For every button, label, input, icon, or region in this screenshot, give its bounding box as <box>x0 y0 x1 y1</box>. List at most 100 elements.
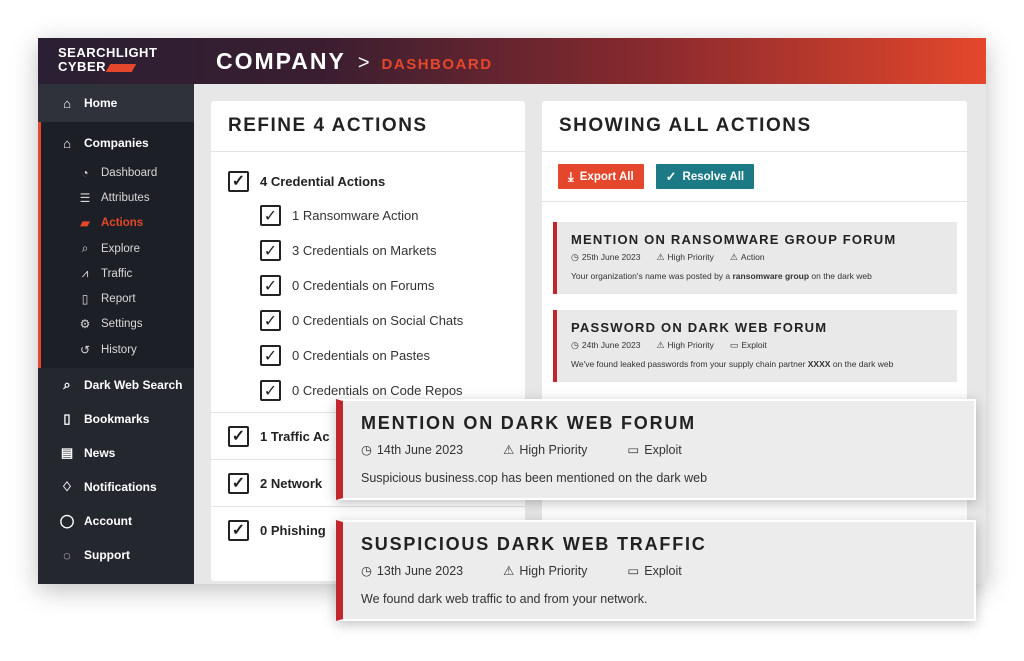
priority-meta: ⚠ High Priority <box>503 563 607 578</box>
sidebar-subitem-label: Traffic <box>101 267 133 280</box>
sidebar-subitem-label: Dashboard <box>101 166 158 179</box>
filter-label: 0 Credentials on Forums <box>292 278 435 293</box>
resolve-all-label: Resolve All <box>682 170 745 183</box>
sidebar-subitem-attributes[interactable]: ☰ Attributes <box>41 185 194 210</box>
filter-label: 1 Ransomware Action <box>292 208 419 223</box>
bell-icon: ♢ <box>61 479 73 495</box>
sidebar-item-label: Dark Web Search <box>84 378 183 393</box>
checkbox-checked-icon[interactable]: ✓ <box>228 472 249 494</box>
checkbox-checked-icon[interactable]: ✓ <box>260 240 281 261</box>
companies-icon: ⌂ <box>63 135 71 151</box>
description-text: on the dark web <box>809 271 872 281</box>
sidebar-subitem-history[interactable]: ↺ History <box>41 337 194 362</box>
checkbox-checked-icon[interactable]: ✓ <box>260 345 281 366</box>
actions-icon: ▰ <box>80 216 90 231</box>
calendar-icon: ▭ <box>627 564 640 578</box>
featured-action-card[interactable]: MENTION ON DARK WEB FORUM ◷ 14th June 202… <box>336 399 976 500</box>
sidebar-subitem-actions[interactable]: ▰ Actions <box>41 211 194 236</box>
chat-icon: ◌ <box>63 547 71 563</box>
download-icon: ⤓ <box>568 168 574 184</box>
resolve-all-button[interactable]: ✓ Resolve All <box>655 164 755 189</box>
description-highlight: XXXX <box>807 359 831 369</box>
refine-panel: REFINE 4 ACTIONS ✓ 4 Credential Actions … <box>211 101 525 581</box>
checkbox-checked-icon[interactable]: ✓ <box>260 310 281 331</box>
sidebar-item-label: Bookmarks <box>84 412 150 427</box>
sidebar-subitem-dashboard[interactable]: ◔ Dashboard <box>41 160 194 185</box>
export-all-button[interactable]: ⤓ Export All <box>558 164 644 189</box>
sidebar-subitem-report[interactable]: ▯ Report <box>41 286 194 311</box>
sidebar-item-news[interactable]: ▤ News <box>38 436 194 470</box>
actions-panel: SHOWING ALL ACTIONS ⤓ Export All ✓ Resol… <box>542 101 967 581</box>
export-all-label: Export All <box>579 170 634 183</box>
filter-pastes[interactable]: ✓ 0 Credentials on Pastes <box>211 338 525 373</box>
filter-label: 0 Credentials on Code Repos <box>292 383 463 398</box>
sidebar-subitem-traffic[interactable]: ⩘ Traffic <box>41 261 194 286</box>
type-meta: ▭ Exploit <box>627 563 701 578</box>
sidebar-subitem-label: Actions <box>101 217 144 230</box>
news-icon: ▤ <box>60 445 74 461</box>
brand-line-1: SEARCHLIGHT <box>58 45 158 60</box>
featured-card-title: SUSPICIOUS DARK WEB TRAFFIC <box>361 534 707 554</box>
home-icon: ⌂ <box>63 95 71 111</box>
sidebar-subitem-label: Attributes <box>101 191 150 204</box>
sidebar-item-label: News <box>84 446 116 461</box>
filter-label: 3 Credentials on Markets <box>292 243 437 258</box>
action-card-description: Your organization's name was posted by a… <box>571 271 957 281</box>
filter-forums[interactable]: ✓ 0 Credentials on Forums <box>211 268 525 303</box>
gauge-icon: ◔ <box>81 165 89 180</box>
sidebar-item-support[interactable]: ◌ Support <box>38 538 194 572</box>
action-card[interactable]: PASSWORD ON DARK WEB FORUM ◷ 24th June 20… <box>553 310 957 382</box>
sidebar-item-notifications[interactable]: ♢ Notifications <box>38 470 194 504</box>
filter-markets[interactable]: ✓ 3 Credentials on Markets <box>211 233 525 268</box>
checkbox-checked-icon[interactable]: ✓ <box>260 205 281 226</box>
action-type: Action <box>740 252 765 262</box>
traffic-icon: ⩘ <box>81 266 89 281</box>
sidebar-item-label: Support <box>84 548 130 563</box>
checkbox-checked-icon[interactable]: ✓ <box>228 519 249 541</box>
sidebar-subitem-label: History <box>101 343 137 356</box>
sidebar-item-dark-web-search[interactable]: ⌕ Dark Web Search <box>38 368 194 402</box>
featured-date: 14th June 2023 <box>376 443 464 457</box>
type-meta: ▭ Exploit <box>627 442 701 457</box>
filter-ransomware[interactable]: ✓ 1 Ransomware Action <box>211 198 525 233</box>
featured-action-card[interactable]: SUSPICIOUS DARK WEB TRAFFIC ◷ 13th June 2… <box>336 520 976 621</box>
breadcrumb: COMPANY > DASHBOARD <box>216 48 493 75</box>
description-text: We've found leaked passwords from your s… <box>571 359 808 369</box>
sidebar-item-bookmarks[interactable]: ▯ Bookmarks <box>38 402 194 436</box>
checkbox-checked-icon[interactable]: ✓ <box>260 380 281 401</box>
sidebar-item-home[interactable]: ⌂ Home <box>38 84 194 122</box>
app-window: SEARCHLIGHT CYBER COMPANY > DASHBOARD ⌂ … <box>38 38 986 584</box>
clock-icon: ◷ <box>361 443 372 457</box>
featured-card-meta: ◷ 13th June 2023 ⚠ High Priority ▭ Exploit <box>361 563 974 578</box>
brand-logo[interactable]: SEARCHLIGHT CYBER <box>38 38 194 84</box>
date-meta: ◷ 13th June 2023 <box>361 563 483 578</box>
filter-social-chats[interactable]: ✓ 0 Credentials on Social Chats <box>211 303 525 338</box>
warning-icon: ⚠ <box>503 443 515 457</box>
featured-priority: High Priority <box>519 564 588 578</box>
document-icon: ▯ <box>81 292 89 307</box>
sidebar-subitem-explore[interactable]: ⌕ Explore <box>41 236 194 261</box>
description-text: Your organization's name was posted by a <box>571 271 733 281</box>
filter-credential-actions[interactable]: ✓ 4 Credential Actions <box>211 164 525 198</box>
sidebar-subitem-settings[interactable]: ⚙ Settings <box>41 312 194 337</box>
top-bar: SEARCHLIGHT CYBER COMPANY > DASHBOARD <box>38 38 986 84</box>
action-date: 25th June 2023 <box>581 252 641 262</box>
checkbox-checked-icon[interactable]: ✓ <box>228 425 249 447</box>
check-icon: ✓ <box>665 168 677 184</box>
featured-card-meta: ◷ 14th June 2023 ⚠ High Priority ▭ Exploit <box>361 442 974 457</box>
sidebar-item-companies[interactable]: ⌂ Companies <box>41 126 194 160</box>
sidebar-item-account[interactable]: ◯ Account <box>38 504 194 538</box>
sidebar-subitem-label: Explore <box>101 242 140 255</box>
sidebar-item-label: Account <box>84 514 132 529</box>
breadcrumb-company[interactable]: COMPANY <box>216 48 346 75</box>
warning-icon: ⚠ <box>656 252 665 262</box>
action-card-title: MENTION ON RANSOMWARE GROUP FORUM <box>571 232 897 247</box>
sidebar-item-label: Companies <box>84 136 149 150</box>
action-card[interactable]: MENTION ON RANSOMWARE GROUP FORUM ◷ 25th … <box>553 222 957 294</box>
breadcrumb-dashboard: DASHBOARD <box>381 55 493 73</box>
checkbox-checked-icon[interactable]: ✓ <box>228 170 249 192</box>
action-card-title: PASSWORD ON DARK WEB FORUM <box>571 320 828 335</box>
checkbox-checked-icon[interactable]: ✓ <box>260 275 281 296</box>
warning-icon: ⚠ <box>656 340 665 350</box>
filter-label: 0 Phishing <box>260 522 326 538</box>
